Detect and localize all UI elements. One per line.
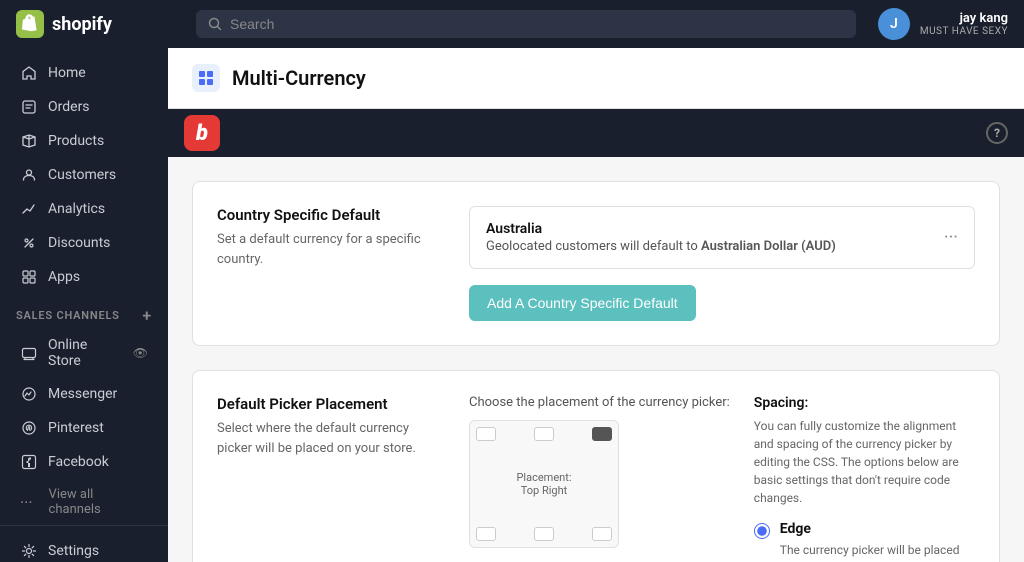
picker-section-content: Choose the placement of the currency pic… bbox=[469, 395, 975, 562]
bottom-center-btn[interactable] bbox=[534, 527, 554, 541]
page-header: Multi-Currency bbox=[168, 48, 1024, 109]
edge-label: Edge The currency picker will be placed … bbox=[780, 521, 975, 562]
sidebar-label-facebook: Facebook bbox=[48, 454, 109, 470]
picker-top-row bbox=[470, 421, 618, 447]
sidebar-label-customers: Customers bbox=[48, 167, 116, 183]
analytics-icon bbox=[20, 200, 38, 218]
user-subtitle: MUST HAVE SEXY bbox=[920, 26, 1008, 37]
add-sales-channel-button[interactable]: + bbox=[142, 306, 152, 325]
sidebar-label-home: Home bbox=[48, 65, 86, 81]
sidebar-label-analytics: Analytics bbox=[48, 201, 105, 217]
shopify-logo: shopify bbox=[16, 10, 184, 38]
spacing-title: Spacing: bbox=[754, 395, 975, 411]
user-info: jay kang MUST HAVE SEXY bbox=[920, 11, 1008, 37]
view-all-channels[interactable]: ··· View all channels bbox=[4, 479, 164, 525]
placement-label: Placement: bbox=[482, 471, 606, 484]
country-section-card: Country Specific Default Set a default c… bbox=[192, 181, 1000, 346]
placement-value: Top Right bbox=[482, 484, 606, 497]
spacing-description: You can fully customize the alignment an… bbox=[754, 417, 975, 507]
sidebar-label-discounts: Discounts bbox=[48, 235, 110, 251]
sidebar: Home Orders Products Customers Analytics bbox=[0, 48, 168, 562]
sidebar-item-discounts[interactable]: Discounts bbox=[4, 226, 164, 260]
picker-layout: Choose the placement of the currency pic… bbox=[469, 395, 975, 562]
country-section-content: Australia Geolocated customers will defa… bbox=[469, 206, 975, 321]
online-store-icon bbox=[20, 344, 38, 362]
top-right-btn[interactable] bbox=[592, 427, 612, 441]
picker-section-desc: Default Picker Placement Select where th… bbox=[217, 395, 437, 562]
search-icon bbox=[208, 17, 222, 31]
sidebar-item-messenger[interactable]: Messenger bbox=[4, 377, 164, 411]
sidebar-label-pinterest: Pinterest bbox=[48, 420, 104, 436]
country-row: Australia Geolocated customers will defa… bbox=[469, 206, 975, 269]
radio-item-edge: Edge The currency picker will be placed … bbox=[754, 521, 975, 562]
orders-icon bbox=[20, 98, 38, 116]
spacing-section: Spacing: You can fully customize the ali… bbox=[754, 395, 975, 562]
logo-text: shopify bbox=[52, 14, 112, 35]
sidebar-item-apps[interactable]: Apps bbox=[4, 260, 164, 294]
top-left-btn[interactable] bbox=[476, 427, 496, 441]
page-header-icon bbox=[192, 64, 220, 92]
sidebar-label-apps: Apps bbox=[48, 269, 80, 285]
sidebar-label-products: Products bbox=[48, 133, 104, 149]
more-options-button[interactable]: ··· bbox=[944, 227, 958, 248]
edge-radio[interactable] bbox=[754, 523, 770, 539]
avatar: J bbox=[878, 8, 910, 40]
bottom-right-btn[interactable] bbox=[592, 527, 612, 541]
add-country-default-button[interactable]: Add A Country Specific Default bbox=[469, 285, 696, 321]
sidebar-label-settings: Settings bbox=[48, 543, 99, 559]
country-section-description: Set a default currency for a specific co… bbox=[217, 230, 437, 269]
picker-visual: Placement: Top Right bbox=[469, 420, 619, 548]
eye-icon[interactable]: 👁 bbox=[133, 346, 148, 360]
sidebar-item-home[interactable]: Home bbox=[4, 56, 164, 90]
sidebar-item-online-store[interactable]: Online Store 👁 bbox=[4, 329, 164, 377]
top-center-btn[interactable] bbox=[534, 427, 554, 441]
picker-section-heading: Default Picker Placement bbox=[217, 395, 437, 413]
country-currency: Australian Dollar (AUD) bbox=[701, 239, 836, 254]
main-content: Multi-Currency b ? Country Specific Defa… bbox=[168, 48, 1024, 562]
picker-section-card: Default Picker Placement Select where th… bbox=[192, 370, 1000, 562]
app-banner: b ? bbox=[168, 109, 1024, 157]
facebook-icon bbox=[20, 453, 38, 471]
sidebar-item-pinterest[interactable]: Pinterest bbox=[4, 411, 164, 445]
sidebar-item-analytics[interactable]: Analytics bbox=[4, 192, 164, 226]
sales-channels-section: SALES CHANNELS + bbox=[0, 294, 168, 329]
sidebar-label-messenger: Messenger bbox=[48, 386, 117, 402]
sidebar-label-orders: Orders bbox=[48, 99, 90, 115]
sidebar-item-facebook[interactable]: Facebook bbox=[4, 445, 164, 479]
sidebar-item-orders[interactable]: Orders bbox=[4, 90, 164, 124]
sidebar-label-online-store: Online Store bbox=[48, 337, 123, 369]
sidebar-item-customers[interactable]: Customers bbox=[4, 158, 164, 192]
user-name: jay kang bbox=[920, 11, 1008, 26]
user-menu[interactable]: J jay kang MUST HAVE SEXY bbox=[878, 8, 1008, 40]
topbar: shopify J jay kang MUST HAVE SEXY bbox=[0, 0, 1024, 48]
apps-icon bbox=[20, 268, 38, 286]
bottom-left-btn[interactable] bbox=[476, 527, 496, 541]
settings-icon bbox=[20, 542, 38, 560]
country-sub: Geolocated customers will default to Aus… bbox=[486, 239, 836, 254]
country-info: Australia Geolocated customers will defa… bbox=[486, 221, 836, 254]
customers-icon bbox=[20, 166, 38, 184]
discounts-icon bbox=[20, 234, 38, 252]
products-icon bbox=[20, 132, 38, 150]
app-logo: b bbox=[184, 115, 220, 151]
sidebar-item-settings[interactable]: Settings bbox=[4, 534, 164, 562]
country-name: Australia bbox=[486, 221, 836, 237]
content-area: Country Specific Default Set a default c… bbox=[168, 157, 1024, 562]
messenger-icon bbox=[20, 385, 38, 403]
radio-group: Edge The currency picker will be placed … bbox=[754, 521, 975, 562]
country-section-desc: Country Specific Default Set a default c… bbox=[217, 206, 437, 321]
picker-section-description: Select where the default currency picker… bbox=[217, 419, 437, 458]
country-section-heading: Country Specific Default bbox=[217, 206, 437, 224]
country-sub-prefix: Geolocated customers will default to bbox=[486, 239, 701, 254]
pinterest-icon bbox=[20, 419, 38, 437]
picker-bottom-row bbox=[470, 521, 618, 547]
choose-placement-label: Choose the placement of the currency pic… bbox=[469, 395, 730, 410]
search-input[interactable] bbox=[230, 16, 844, 32]
home-icon bbox=[20, 64, 38, 82]
picker-center: Placement: Top Right bbox=[470, 447, 618, 521]
search-bar[interactable] bbox=[196, 10, 856, 38]
page-title: Multi-Currency bbox=[232, 66, 366, 90]
sidebar-item-products[interactable]: Products bbox=[4, 124, 164, 158]
help-button[interactable]: ? bbox=[986, 122, 1008, 144]
